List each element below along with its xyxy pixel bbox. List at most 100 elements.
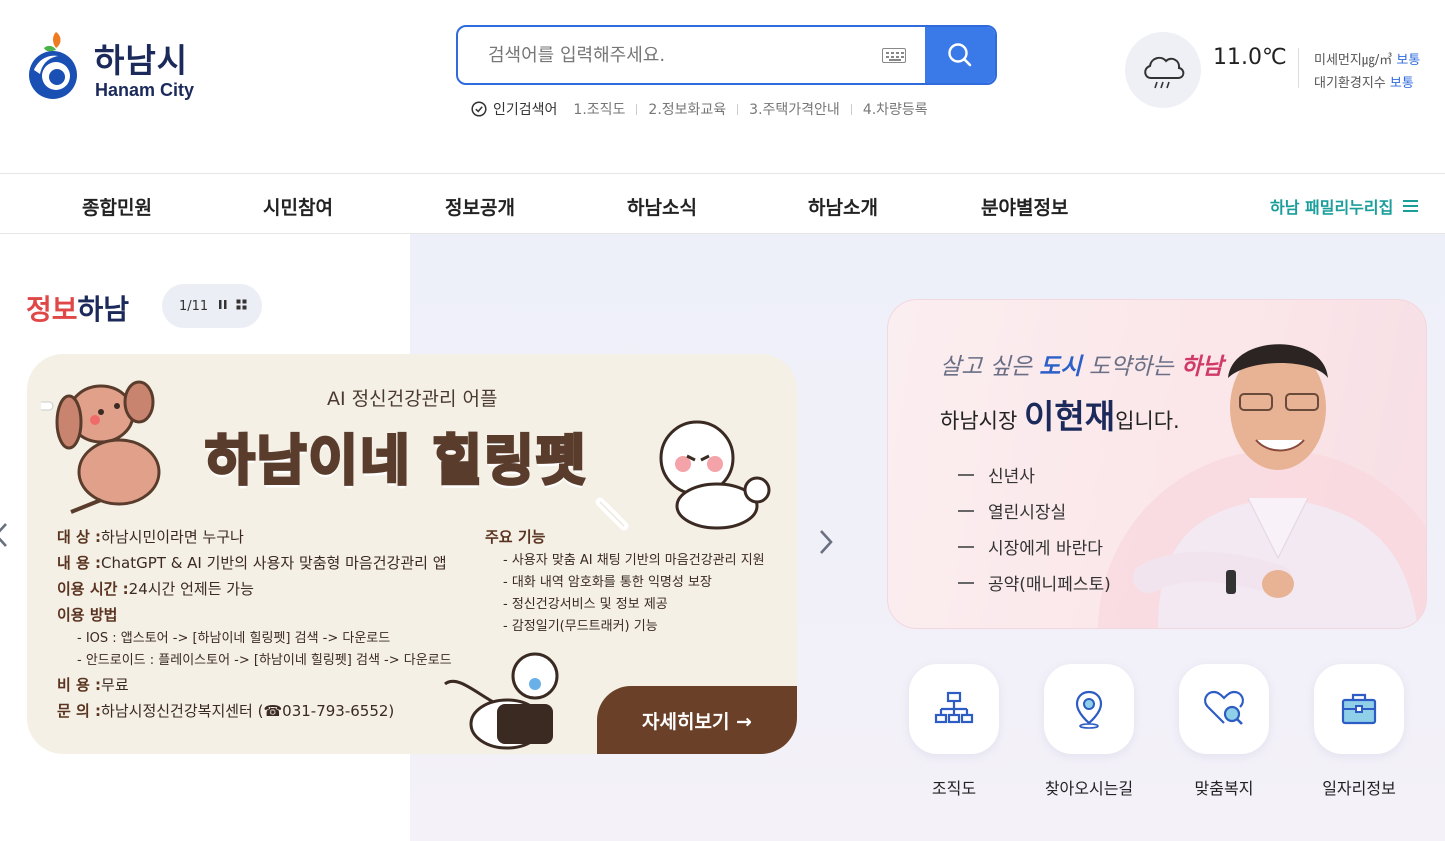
popular-keyword-3[interactable]: 3.주택가격안내 — [749, 99, 840, 119]
method-line: - 안드로이드 : 플레이스토어 -> [하남이네 힐링펫] 검색 -> 다운로… — [77, 653, 452, 668]
banner-details: 대 상 :하남시민이라면 누구나 내 용 :ChatGPT & AI 기반의 사… — [57, 524, 452, 724]
nav-item-news[interactable]: 하남소식 — [627, 193, 697, 220]
mayor-link-manifesto[interactable]: 공약(매니페스토) — [958, 570, 1111, 595]
hanam-logo-icon — [29, 32, 77, 99]
feature-item: - 감정일기(무드트래커) 기능 — [503, 619, 658, 634]
org-chart-icon — [934, 691, 974, 724]
banner-features: 주요 기능 - 사용자 맞춤 AI 채팅 기반의 마음건강관리 지원 - 대화 … — [485, 524, 765, 638]
feature-item: - 정신건강서비스 및 정보 제공 — [503, 597, 668, 612]
dash-icon — [958, 545, 974, 548]
mayor-card: 살고 싶은 도시 도약하는 하남 하남시장 이현재입니다. 신년사 열린시장실 … — [887, 299, 1427, 629]
popular-keyword-1[interactable]: 1.조직도 — [573, 99, 625, 119]
mayor-slogan: 살고 싶은 도시 도약하는 하남 — [940, 347, 1223, 381]
main-nav: 종합민원 시민참여 정보공개 하남소식 하남소개 분야별정보 하남 패밀리누리집 — [0, 173, 1445, 234]
pause-icon — [219, 299, 227, 309]
quick-link-org-chart[interactable] — [909, 664, 999, 754]
quick-link-label: 찾아오시는길 — [1044, 779, 1134, 798]
fine-dust-label: 미세먼지㎍/㎥ — [1314, 53, 1393, 68]
air-index-status: 보통 — [1389, 76, 1414, 91]
dash-icon — [958, 473, 974, 476]
popular-keyword-2[interactable]: 2.정보화교육 — [648, 99, 726, 119]
slogan-highlight: 하남 — [1180, 353, 1224, 380]
white-dog-illustration-icon — [659, 420, 771, 530]
detail-line: 이용 방법 — [57, 602, 452, 628]
quick-link-directions[interactable] — [1044, 664, 1134, 754]
chevron-right-icon — [820, 530, 833, 554]
detail-line: 문 의 :하남시정신건강복지센터 (☎031-793-6552) — [57, 698, 452, 724]
air-index-info: 대기환경지수 보통 — [1314, 72, 1414, 91]
banner-subtitle: AI 정신건강관리 어플 — [327, 388, 498, 410]
nav-item-disclosure[interactable]: 정보공개 — [445, 193, 515, 220]
fine-dust-info: 미세먼지㎍/㎥ 보통 — [1314, 49, 1420, 68]
mayor-link-label: 열린시장실 — [988, 503, 1067, 523]
nav-item-civil-service[interactable]: 종합민원 — [82, 193, 152, 220]
quick-link-jobs[interactable] — [1314, 664, 1404, 754]
menu-icon — [1403, 199, 1419, 213]
slide-counter: 1/11 — [179, 298, 209, 314]
nav-item-field-info[interactable]: 분야별정보 — [981, 193, 1068, 220]
slogan-highlight: 도시 — [1039, 353, 1082, 380]
detail-line: 이용 시간 :24시간 언제든 가능 — [57, 576, 452, 602]
mayor-link-suggestions[interactable]: 시장에게 바란다 — [958, 534, 1103, 559]
divider — [1298, 48, 1299, 88]
temperature: 11.0℃ — [1213, 45, 1287, 70]
detail-key: 내 용 : — [57, 554, 102, 572]
search-input[interactable] — [458, 27, 878, 83]
section-title-accent: 정보 — [26, 293, 78, 326]
location-pin-icon — [1075, 690, 1103, 729]
mayor-link-new-year[interactable]: 신년사 — [958, 462, 1035, 487]
detail-value: 24시간 언제든 가능 — [128, 580, 254, 598]
method-line: - IOS : 앱스토어 -> [하남이네 힐링펫] 검색 -> 다운로드 — [77, 631, 391, 646]
mayor-link-label: 공약(매니페스토) — [988, 575, 1111, 595]
info-banner[interactable]: AI 정신건강관리 어플 하남이네 힐링펫 대 상 :하남시민이라면 누구나 내… — [27, 354, 797, 754]
features-title: 주요 기능 — [485, 528, 546, 546]
chevron-left-icon — [0, 523, 7, 547]
heart-search-icon — [1204, 690, 1244, 725]
feature-item: - 대화 내역 암호화를 통한 익명성 보장 — [503, 575, 712, 590]
view-all-button[interactable] — [236, 299, 247, 314]
check-circle-icon — [471, 101, 487, 117]
divider — [737, 103, 739, 115]
detail-key: 대 상 : — [57, 528, 102, 546]
weather-widget — [1125, 32, 1201, 108]
logo-subtext: Hanam City — [95, 80, 195, 100]
section-title-rest: 하남 — [77, 293, 130, 326]
next-slide-button[interactable] — [818, 528, 834, 563]
pause-button[interactable] — [218, 299, 228, 314]
search-box — [456, 25, 997, 85]
search-icon — [948, 43, 972, 67]
family-site-button[interactable]: 하남 패밀리누리집 — [1270, 194, 1419, 218]
husky-illustration-icon — [444, 652, 559, 750]
air-index-label: 대기환경지수 — [1314, 76, 1386, 91]
search-button[interactable] — [925, 27, 995, 83]
detail-key: 비 용 : — [57, 676, 102, 694]
quick-link-label: 일자리정보 — [1322, 779, 1396, 798]
popular-keywords: 인기검색어 1.조직도 2.정보화교육 3.주택가격안내 4.차량등록 — [471, 99, 928, 119]
divider — [636, 103, 638, 115]
slogan-part: 도약하는 — [1081, 354, 1181, 380]
logo-text: 하남시 — [94, 41, 189, 80]
nav-item-participation[interactable]: 시민참여 — [263, 193, 333, 220]
popular-keyword-4[interactable]: 4.차량등록 — [863, 99, 928, 119]
mayor-intro-suffix: 입니다. — [1115, 409, 1180, 433]
section-title: 정보하남 — [26, 288, 129, 328]
detail-key: 문 의 : — [57, 702, 102, 720]
detail-line: 비 용 :무료 — [57, 672, 452, 698]
quick-link-welfare[interactable] — [1179, 664, 1269, 754]
slide-pager: 1/11 — [162, 284, 262, 328]
grid-icon — [236, 299, 247, 309]
slogan-part: 살고 싶은 — [940, 354, 1040, 380]
feature-item: - 사용자 맞춤 AI 채팅 기반의 마음건강관리 지원 — [503, 553, 765, 568]
family-site-label: 하남 패밀리누리집 — [1270, 198, 1394, 217]
divider — [850, 103, 852, 115]
nav-item-about[interactable]: 하남소개 — [808, 193, 878, 220]
puppy-illustration-icon — [41, 380, 161, 514]
quick-link-label: 맞춤복지 — [1194, 779, 1254, 798]
detail-key: 이용 방법 — [57, 606, 118, 624]
mayor-intro: 하남시장 이현재입니다. — [940, 390, 1180, 438]
mayor-link-open-office[interactable]: 열린시장실 — [958, 498, 1066, 523]
more-details-button[interactable]: 자세히보기 → — [597, 686, 797, 754]
banner-title: 하남이네 힐링펫 — [204, 428, 588, 494]
prev-slide-button[interactable] — [0, 521, 8, 556]
virtual-keyboard-icon[interactable] — [882, 48, 906, 63]
